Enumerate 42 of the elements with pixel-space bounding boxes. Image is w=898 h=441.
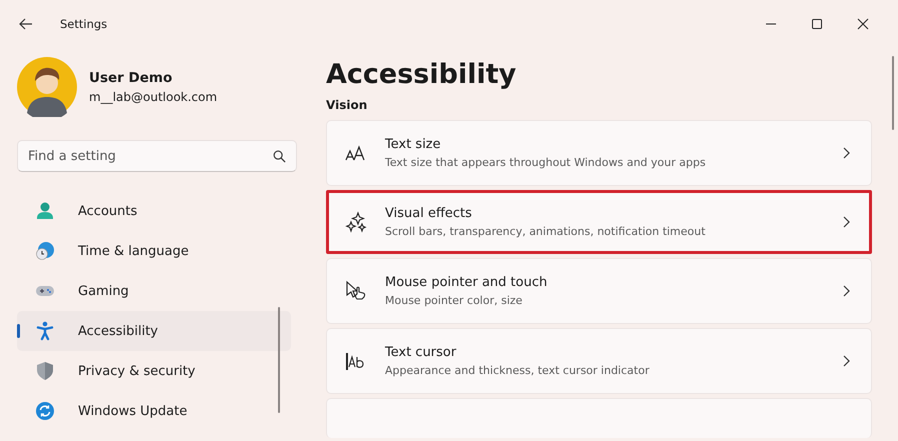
person-icon [35,201,55,221]
card-description: Text size that appears throughout Windows and your apps [385,156,707,169]
sparkles-icon [345,211,367,233]
globe-clock-icon [35,241,55,261]
card-description: Scroll bars, transparency, animations, notification timeout [385,225,706,238]
chevron-icon [841,216,851,228]
sidebar-item[interactable]: Gaming [17,271,291,311]
scrollbar[interactable] [892,56,894,130]
settings-card[interactable]: Text size Text size that appears throughout Windows and your apps [326,120,872,186]
sync-icon [35,401,55,421]
avatar-icon [17,57,77,117]
page-title: Accessibility [326,58,518,92]
sidebar-item[interactable]: Time & language [17,231,291,271]
card-description: Mouse pointer color, size [385,294,524,307]
user-name: User Demo [89,70,174,86]
settings-card[interactable]: Text cursor Appearance and thickness, text cursor indicator [326,328,872,394]
back-arrow-icon[interactable] [18,16,34,32]
sidebar-item[interactable]: Windows Update [17,391,291,431]
search-field[interactable]: Find a setting [17,140,297,172]
maximize-icon [811,18,823,30]
chevron-icon [841,355,851,367]
user-email: m__lab@outlook.com [89,90,218,104]
chevron-icon [841,285,851,297]
search-icon[interactable] [273,150,286,163]
card-title: Visual effects [385,206,473,221]
sidebar-item[interactable]: Accounts [17,191,291,231]
section-heading: Vision [326,98,368,112]
settings-card[interactable]: Mouse pointer and touch Mouse pointer color, size [326,258,872,324]
chevron-icon [841,147,851,159]
sidebar-item[interactable]: Accessibility [17,311,291,351]
scrollbar[interactable] [278,307,280,413]
sidebar-item[interactable]: Privacy & security [17,351,291,391]
settings-card[interactable]: Visual effects Scroll bars, transparency, animations, notification timeout [326,190,872,254]
window-title: Settings [60,17,108,31]
card-title: Text size [385,137,442,152]
pointer-hand-icon [345,280,367,302]
shield-icon [35,361,55,381]
accessibility-icon [35,321,55,341]
close-icon [857,18,869,30]
card-description: Appearance and thickness, text cursor indicator [385,364,650,377]
card-title: Text cursor [385,345,458,360]
card-title: Mouse pointer and touch [385,275,548,290]
